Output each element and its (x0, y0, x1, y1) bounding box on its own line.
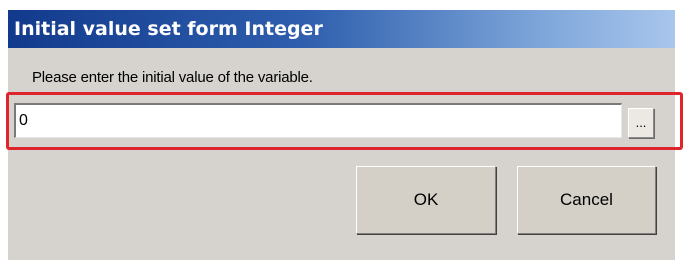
dialog-title: Initial value set form Integer (8, 10, 675, 48)
ok-button[interactable]: OK (356, 166, 496, 234)
browse-button[interactable]: ... (628, 108, 654, 138)
prompt-text: Please enter the initial value of the va… (32, 69, 313, 86)
initial-value-input[interactable] (14, 103, 622, 138)
cancel-button[interactable]: Cancel (517, 166, 656, 234)
